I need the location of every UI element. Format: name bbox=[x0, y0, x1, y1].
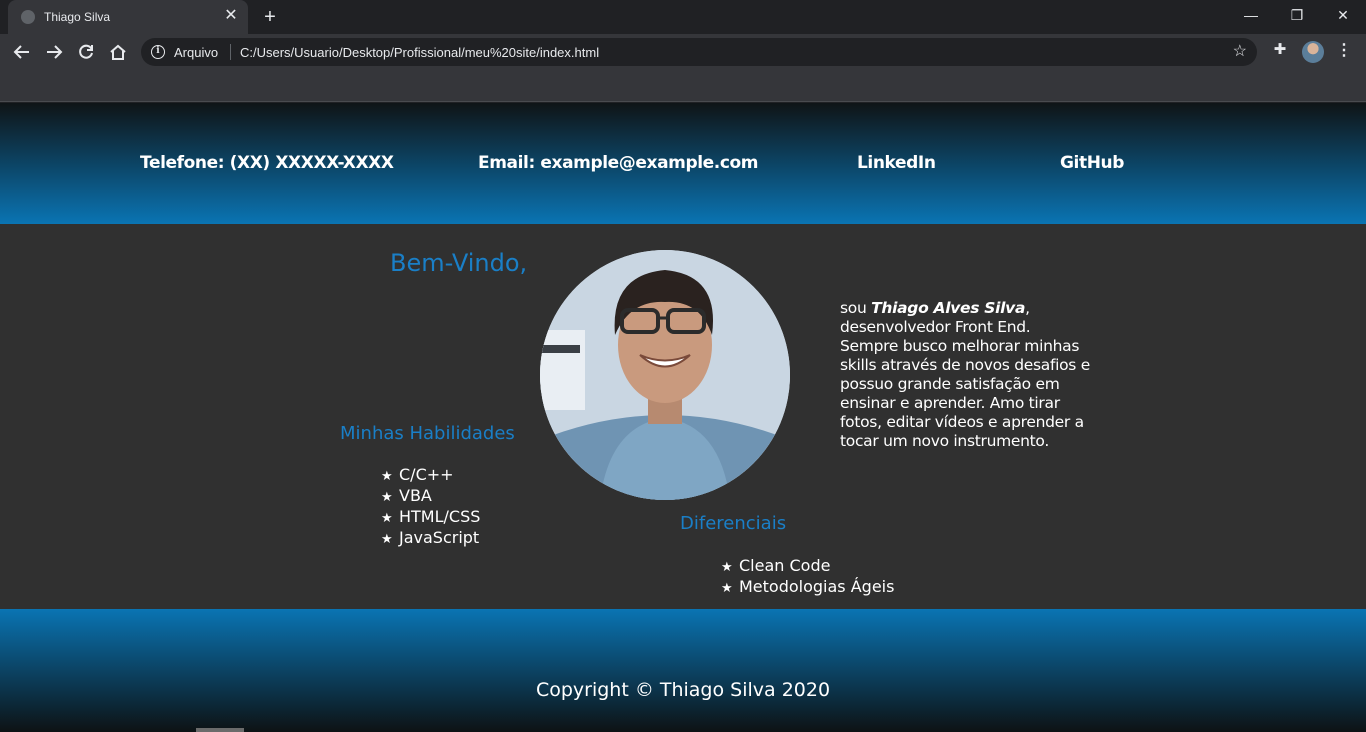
skills-list: ★ C/C++ ★ VBA ★ HTML/CSS ★ JavaScript bbox=[381, 464, 480, 548]
tab-strip: Thiago Silva ✕ + — ❐ ✕ bbox=[0, 0, 1366, 34]
address-bar[interactable]: i Arquivo C:/Users/Usuario/Desktop/Profi… bbox=[141, 38, 1257, 66]
skill-label: JavaScript bbox=[399, 528, 480, 547]
differential-label: Metodologias Ágeis bbox=[739, 577, 895, 596]
home-icon[interactable] bbox=[104, 38, 132, 66]
star-icon: ★ bbox=[381, 532, 393, 547]
address-separator bbox=[230, 44, 231, 60]
close-window-icon[interactable]: ✕ bbox=[1320, 0, 1366, 30]
differential-label: Clean Code bbox=[739, 556, 831, 575]
differentials-heading: Diferenciais bbox=[680, 513, 787, 534]
tab-title: Thiago Silva bbox=[44, 10, 111, 24]
list-item: ★ HTML/CSS bbox=[381, 506, 480, 527]
horizontal-scrollbar[interactable] bbox=[196, 728, 244, 732]
star-icon: ★ bbox=[721, 581, 733, 596]
restore-icon[interactable]: ❐ bbox=[1274, 0, 1320, 30]
list-item: ★ VBA bbox=[381, 485, 480, 506]
site-header: Telefone: (XX) XXXXX-XXXX Email: example… bbox=[0, 103, 1366, 224]
star-icon: ★ bbox=[721, 560, 733, 575]
bio-prefix: sou bbox=[840, 299, 872, 317]
linkedin-link[interactable]: LinkedIn bbox=[857, 153, 936, 173]
browser-tab[interactable]: Thiago Silva ✕ bbox=[8, 0, 248, 34]
github-link[interactable]: GitHub bbox=[1060, 153, 1124, 173]
star-icon: ★ bbox=[381, 511, 393, 526]
info-icon[interactable]: i bbox=[151, 45, 165, 59]
email-link[interactable]: Email: example@example.com bbox=[478, 153, 759, 173]
list-item: ★ Clean Code bbox=[721, 555, 894, 576]
bio-text: sou Thiago Alves Silva, desenvolvedor Fr… bbox=[840, 299, 1090, 451]
skill-label: VBA bbox=[399, 486, 432, 505]
tab-close-icon[interactable]: ✕ bbox=[222, 7, 240, 25]
bookmark-star-icon[interactable]: ☆ bbox=[1233, 41, 1247, 61]
profile-avatar[interactable] bbox=[1302, 41, 1324, 63]
new-tab-button[interactable]: + bbox=[258, 5, 282, 29]
site-footer: Copyright © Thiago Silva 2020 bbox=[0, 609, 1366, 732]
list-item: ★ JavaScript bbox=[381, 527, 480, 548]
differentials-list: ★ Clean Code ★ Metodologias Ágeis bbox=[721, 555, 894, 597]
reload-icon[interactable] bbox=[72, 38, 100, 66]
skill-label: C/C++ bbox=[399, 465, 454, 484]
page-viewport: Telefone: (XX) XXXXX-XXXX Email: example… bbox=[0, 103, 1366, 732]
welcome-heading: Bem-Vindo, bbox=[390, 249, 528, 277]
globe-icon bbox=[21, 10, 35, 24]
skills-heading: Minhas Habilidades bbox=[340, 423, 515, 444]
bookmarks-bar bbox=[0, 70, 1366, 102]
address-scheme: Arquivo bbox=[174, 45, 219, 60]
list-item: ★ C/C++ bbox=[381, 464, 480, 485]
profile-photo bbox=[540, 250, 790, 500]
phone-link[interactable]: Telefone: (XX) XXXXX-XXXX bbox=[140, 153, 394, 173]
minimize-icon[interactable]: — bbox=[1228, 0, 1274, 30]
star-icon: ★ bbox=[381, 490, 393, 505]
forward-icon[interactable] bbox=[40, 38, 68, 66]
skill-label: HTML/CSS bbox=[399, 507, 481, 526]
back-icon[interactable] bbox=[8, 38, 36, 66]
bio-body: , desenvolvedor Front End. Sempre busco … bbox=[840, 299, 1090, 450]
list-item: ★ Metodologias Ágeis bbox=[721, 576, 894, 597]
star-icon: ★ bbox=[381, 469, 393, 484]
bio-name: Thiago Alves Silva bbox=[871, 299, 1026, 317]
browser-toolbar: i Arquivo C:/Users/Usuario/Desktop/Profi… bbox=[0, 34, 1366, 70]
copyright-text: Copyright © Thiago Silva 2020 bbox=[535, 679, 831, 701]
more-menu-icon[interactable]: ⋮ bbox=[1336, 40, 1352, 62]
url-text[interactable]: C:/Users/Usuario/Desktop/Profissional/me… bbox=[240, 45, 599, 60]
extensions-icon[interactable]: ✚ bbox=[1270, 40, 1290, 60]
